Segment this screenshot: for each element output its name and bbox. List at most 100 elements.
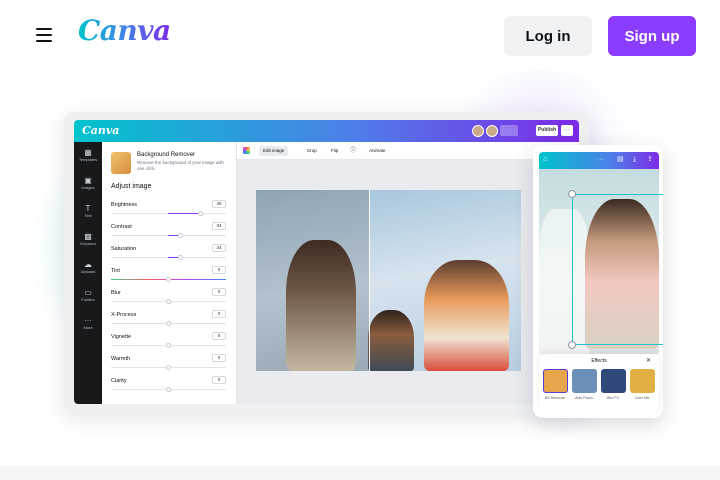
effects-title: Effects <box>591 358 607 364</box>
slider-value: 34 <box>212 222 226 230</box>
top-navigation-bar: Canva Log in Sign up <box>0 0 720 72</box>
more-icon: ··· <box>597 156 604 163</box>
image-icon: ▣ <box>84 176 92 185</box>
background-remover-description: Remove the background of your image with… <box>137 160 224 171</box>
slider-knob <box>166 321 171 326</box>
rail-label: Uploads <box>80 269 96 274</box>
slider-blur: Blur 0 <box>111 288 231 310</box>
rail-item-background: ▩ Keyword <box>74 232 102 246</box>
slider-label: X-Process <box>111 312 137 318</box>
slider-knob <box>178 255 183 260</box>
slider-knob <box>166 365 171 370</box>
close-icon: ✕ <box>645 358 651 364</box>
slider-label: Tint <box>111 268 120 274</box>
before-after-photo <box>256 190 521 371</box>
upload-icon: ☁ <box>84 260 92 269</box>
layout-icon: ▦ <box>84 148 92 157</box>
effect-thumb-bg-remover <box>543 369 568 393</box>
slider-label: Brightness <box>111 202 137 208</box>
slider-contrast: Contrast 34 <box>111 222 231 244</box>
tab-crop: Crop <box>307 148 317 153</box>
slider-fill <box>168 213 200 214</box>
more-icon: ··· <box>84 316 92 325</box>
slider-value: 0 <box>212 288 226 296</box>
effect-label: BG Remover <box>544 396 566 400</box>
slider-x-process: X-Process 0 <box>111 310 231 332</box>
rail-label: Text <box>84 213 92 218</box>
download-icon: ⤓ <box>633 156 637 163</box>
editor-preview-illustration: Canva Publish ··· ▦ Templates ▣ Images T Te… <box>64 112 590 412</box>
effect-thumb-color-mix <box>630 369 655 393</box>
person-figure <box>368 310 414 371</box>
tab-animate: Animate <box>369 148 386 153</box>
editor-header: Canva Publish ··· <box>74 120 579 142</box>
adjust-image-panel: Background Remover Remove the background… <box>102 142 237 404</box>
slider-value: 0 <box>212 376 226 384</box>
pages-icon: ▤ <box>617 156 624 163</box>
slider-value: 0 <box>212 332 226 340</box>
effect-label: Blur FX <box>607 396 619 400</box>
more-options-icon: ··· <box>561 125 573 136</box>
slider-label: Saturation <box>111 246 137 252</box>
selection-box <box>572 194 663 345</box>
slider-label: Contrast <box>111 224 132 230</box>
editor-toolbar: Edit image Crop Flip ⓘ Animate <box>237 142 579 160</box>
slider-knob <box>166 387 171 392</box>
collaborator-avatars <box>472 125 498 137</box>
effect-label: Auto Focus <box>575 396 593 400</box>
info-icon: ⓘ <box>350 148 357 154</box>
rail-item-folders: ▭ Folders <box>74 288 102 302</box>
slider-knob <box>166 299 171 304</box>
before-after-divider <box>369 190 370 371</box>
slider-label: Warmth <box>111 356 131 362</box>
slider-saturation: Saturation 34 <box>111 244 231 266</box>
person-figure <box>424 260 509 371</box>
adjust-image-heading: Adjust image <box>111 183 152 190</box>
text-icon: T <box>85 204 91 213</box>
background-remover-thumbnail <box>111 152 131 174</box>
effect-thumb-auto-focus <box>572 369 597 393</box>
editor-canvas <box>237 160 579 404</box>
rail-label: Templates <box>78 157 98 162</box>
slider-tint: Tint 0 <box>111 266 231 288</box>
next-section-edge <box>0 466 720 480</box>
slider-warmth: Warmth 0 <box>111 354 231 376</box>
slider-vignette: Vignette 0 <box>111 332 231 354</box>
slider-label: Clarity <box>111 378 127 384</box>
rail-item-uploads: ☁ Uploads <box>74 260 102 274</box>
slider-knob <box>166 343 171 348</box>
slider-brightness: Brightness 30 <box>111 200 231 222</box>
slider-clarity: Clarity 0 <box>111 376 231 398</box>
avatar <box>472 125 484 137</box>
slider-knob <box>178 233 183 238</box>
rail-label: More <box>83 325 93 330</box>
share-icon: ⇪ <box>647 156 653 163</box>
rail-label: Keyword <box>80 241 96 246</box>
rail-label: Folders <box>81 297 95 302</box>
tab-edit-image: Edit image <box>259 146 289 156</box>
effect-thumb-blur <box>601 369 626 393</box>
slider-value: 34 <box>212 244 226 252</box>
tab-flip: Flip <box>331 148 339 153</box>
login-button[interactable]: Log in <box>504 16 592 56</box>
home-icon: ⌂ <box>543 156 548 163</box>
rail-item-text: T Text <box>74 204 102 218</box>
person-figure <box>286 240 356 371</box>
mobile-editor-illustration: ⌂ ··· ▤ ⤓ ⇪ Effects ✕ BG Remover Auto Fo… <box>533 145 663 418</box>
canva-logo[interactable]: Canva <box>78 14 171 47</box>
slider-label: Vignette <box>111 334 132 340</box>
editor-logo: Canva <box>82 124 120 137</box>
avatar <box>486 125 498 137</box>
mobile-header: ⌂ ··· ▤ ⤓ ⇪ <box>539 152 659 169</box>
editor-window: Canva Publish ··· ▦ Templates ▣ Images T Te… <box>74 120 579 404</box>
share-button <box>500 125 518 136</box>
rail-item-images: ▣ Images <box>74 176 102 190</box>
slider-value: 0 <box>212 266 226 274</box>
hamburger-menu-icon[interactable] <box>36 28 52 42</box>
rail-item-templates: ▦ Templates <box>74 148 102 162</box>
slider-knob <box>166 277 171 282</box>
publish-button: Publish <box>536 125 558 136</box>
slider-knob <box>198 211 203 216</box>
signup-button[interactable]: Sign up <box>608 16 696 56</box>
background-remover-title: Background Remover <box>137 152 196 158</box>
